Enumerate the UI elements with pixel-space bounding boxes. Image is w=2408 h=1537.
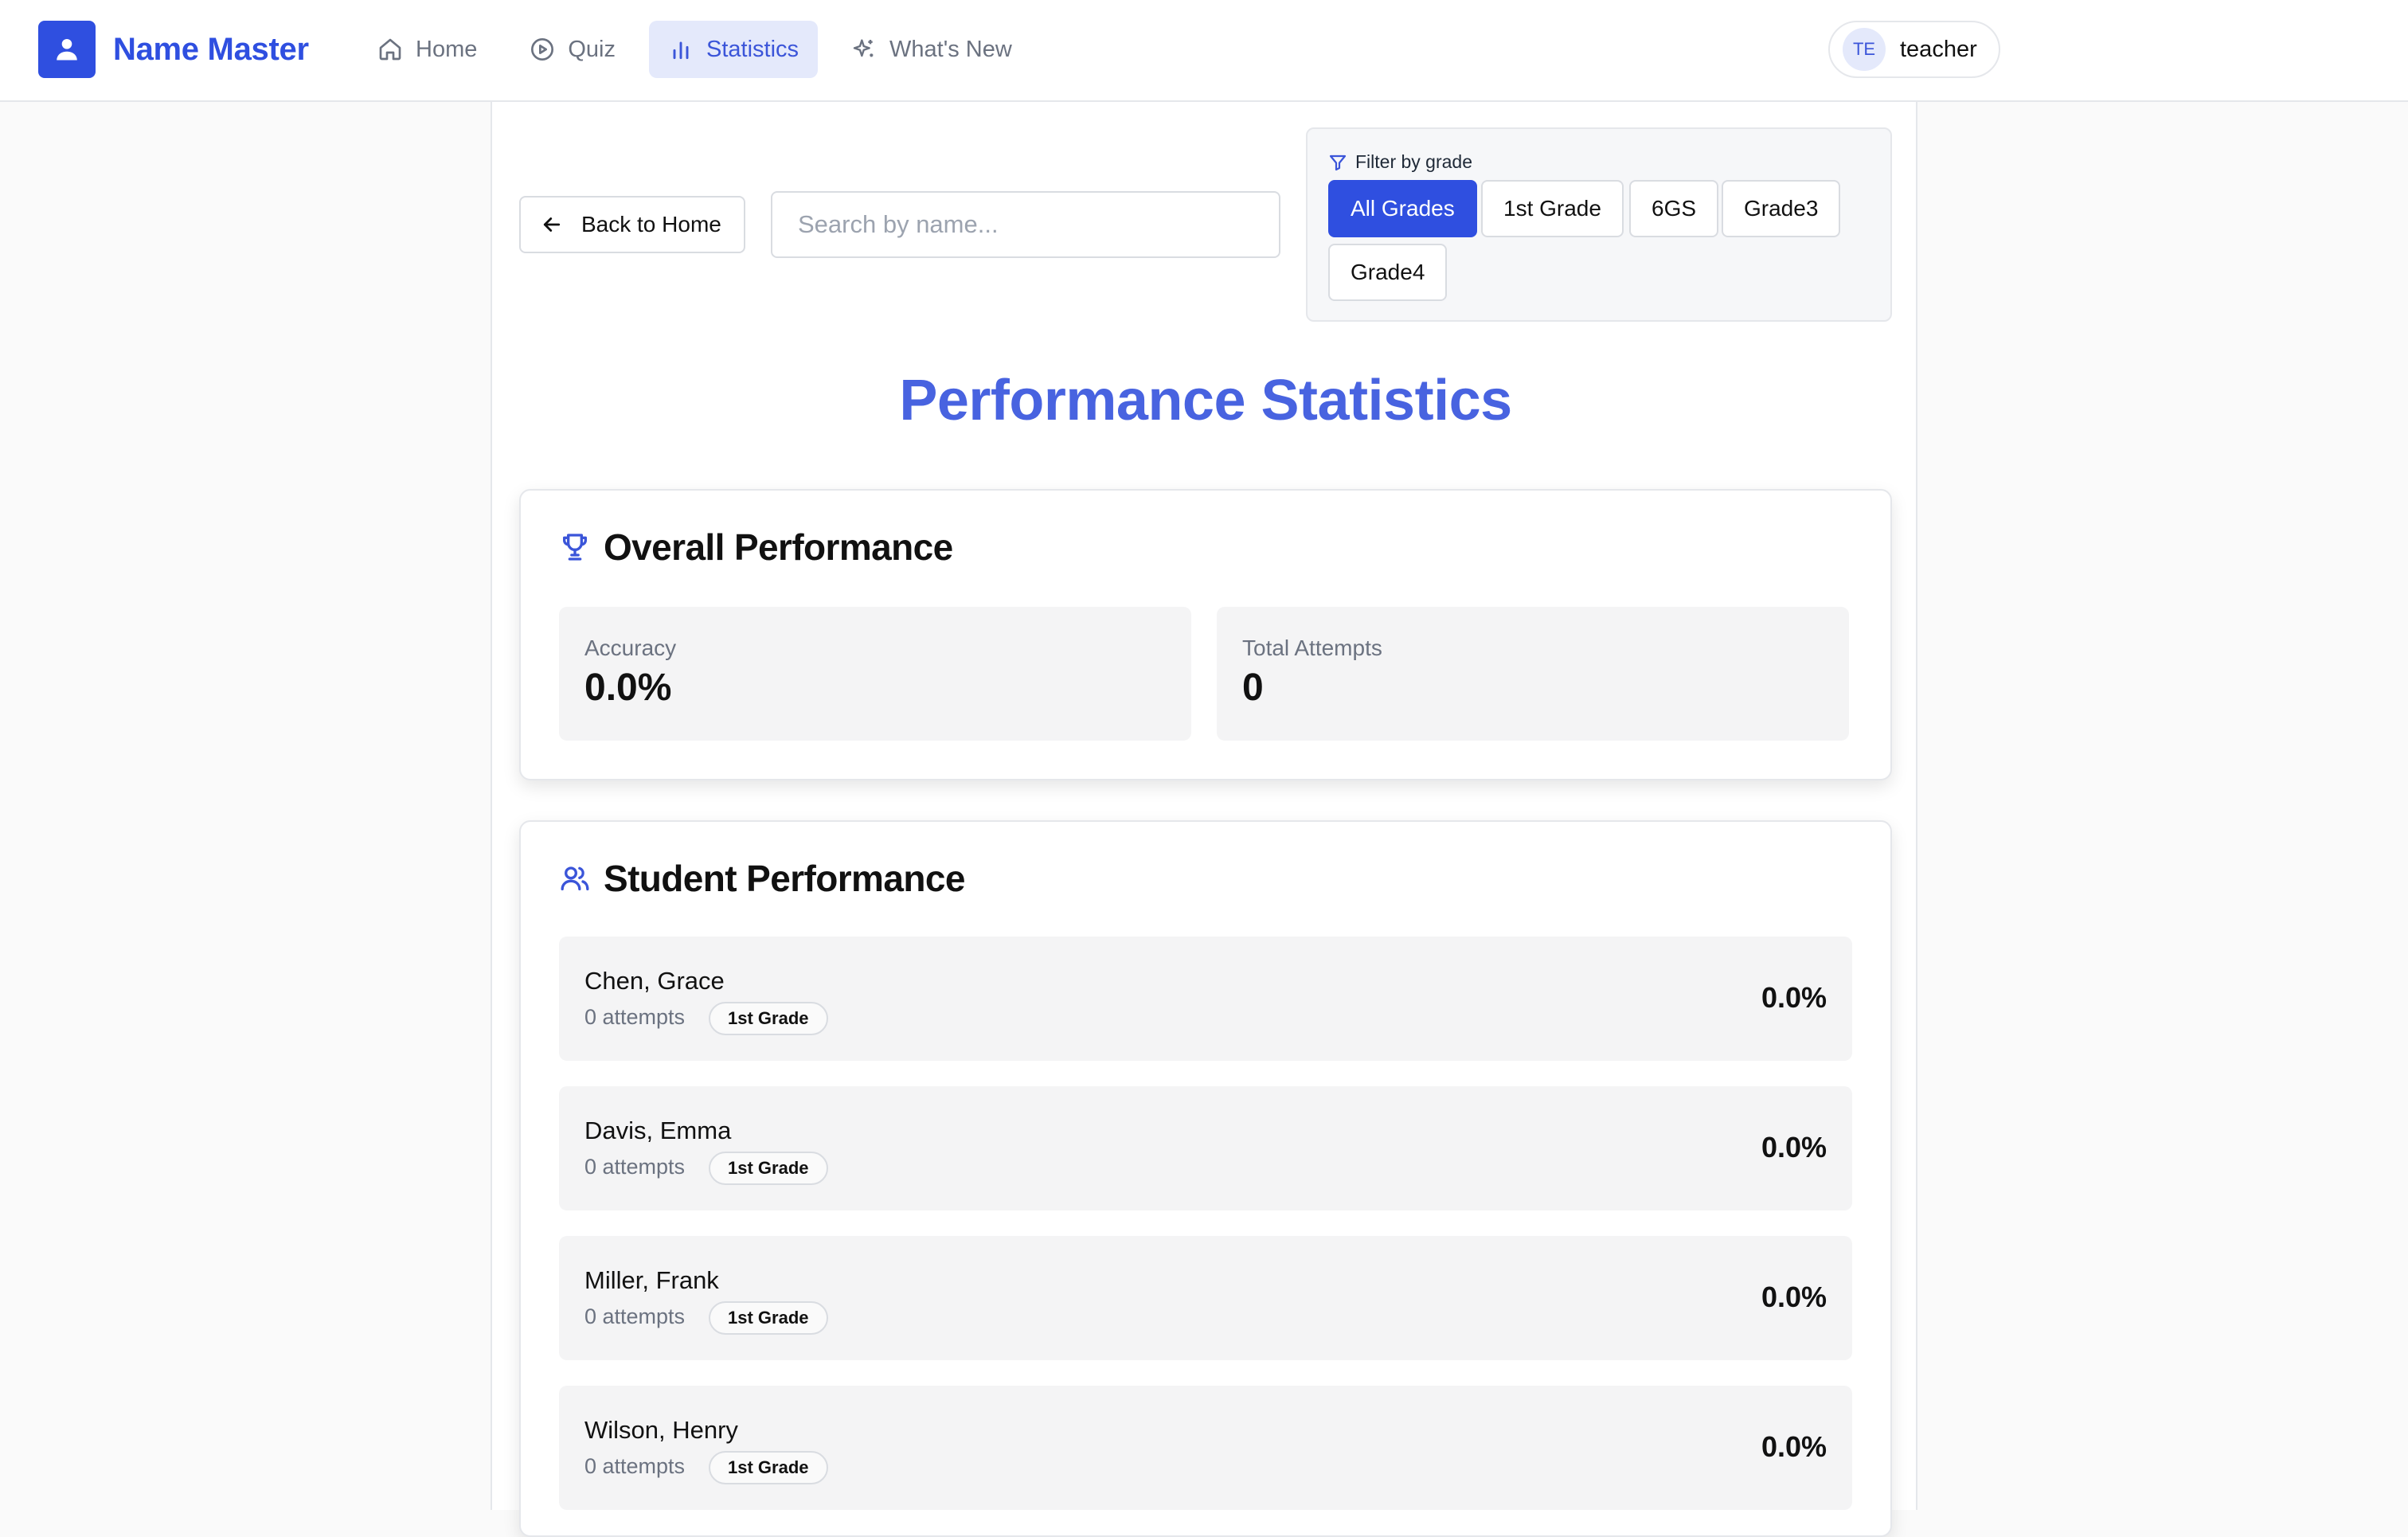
bar-chart-icon bbox=[673, 41, 689, 60]
main-content: Back to Home Filter by grade All Grades … bbox=[491, 102, 1917, 1537]
grade-badge: 1st Grade bbox=[709, 1152, 828, 1185]
filter-label-text: Filter by grade bbox=[1355, 151, 1473, 172]
grade-filter-1st-grade[interactable]: 1st Grade bbox=[1481, 180, 1624, 237]
back-button-label: Back to Home bbox=[581, 212, 721, 237]
total-attempts-label: Total Attempts bbox=[1242, 636, 1382, 660]
nav-item-statistics[interactable]: Statistics bbox=[649, 21, 819, 78]
accuracy-value: 0.0% bbox=[584, 667, 672, 709]
student-name: Wilson, Henry bbox=[584, 1416, 738, 1444]
arrow-left-icon bbox=[543, 217, 561, 232]
nav-item-quiz[interactable]: Quiz bbox=[510, 21, 635, 78]
nav-item-label: What's New bbox=[889, 36, 1012, 62]
user-name: teacher bbox=[1900, 36, 1977, 62]
card-title-text: Overall Performance bbox=[604, 526, 953, 568]
accuracy-label: Accuracy bbox=[584, 636, 677, 660]
student-row[interactable]: Miller, Frank 0 attempts 1st Grade 0.0% bbox=[559, 1236, 1852, 1360]
main-nav: Home Quiz Statistics What's New bbox=[358, 21, 1031, 78]
top-navbar: Name Master Home Quiz Statistics What's … bbox=[0, 0, 2408, 102]
filter-label: Filter by grade bbox=[1328, 151, 1472, 173]
card-title-text: Student Performance bbox=[604, 858, 965, 899]
sparkles-icon bbox=[853, 39, 874, 57]
nav-item-label: Statistics bbox=[706, 36, 799, 62]
student-score: 0.0% bbox=[1761, 981, 1827, 1014]
student-row[interactable]: Wilson, Henry 0 attempts 1st Grade 0.0% bbox=[559, 1386, 1852, 1510]
accuracy-stat: Accuracy 0.0% bbox=[559, 607, 1191, 741]
home-icon bbox=[379, 38, 401, 61]
nav-item-label: Home bbox=[416, 36, 478, 62]
user-logo-icon bbox=[38, 21, 96, 78]
grade-filter-grade3[interactable]: Grade3 bbox=[1722, 180, 1841, 237]
user-menu[interactable]: TE teacher bbox=[1828, 21, 2000, 78]
grade-badge: 1st Grade bbox=[709, 1301, 828, 1335]
nav-item-home[interactable]: Home bbox=[358, 21, 496, 78]
student-attempts: 0 attempts bbox=[584, 1304, 686, 1328]
grade-filter-panel: Filter by grade All Grades 1st Grade 6GS… bbox=[1306, 127, 1892, 322]
student-performance-heading: Student Performance bbox=[559, 857, 965, 900]
trophy-icon bbox=[563, 534, 587, 561]
nav-item-label: Quiz bbox=[568, 36, 616, 62]
back-to-home-button[interactable]: Back to Home bbox=[519, 196, 745, 253]
student-row[interactable]: Davis, Emma 0 attempts 1st Grade 0.0% bbox=[559, 1086, 1852, 1210]
student-name: Davis, Emma bbox=[584, 1117, 732, 1144]
grade-badge: 1st Grade bbox=[709, 1002, 828, 1035]
filter-icon bbox=[1329, 154, 1347, 170]
grade-filter-all-grades[interactable]: All Grades bbox=[1328, 180, 1477, 237]
page-title: Performance Statistics bbox=[899, 369, 1512, 432]
student-score: 0.0% bbox=[1761, 1281, 1827, 1313]
users-icon bbox=[561, 866, 589, 890]
student-attempts: 0 attempts bbox=[584, 1155, 686, 1179]
grade-badge: 1st Grade bbox=[709, 1451, 828, 1484]
total-attempts-stat: Total Attempts 0 bbox=[1217, 607, 1849, 741]
nav-item-whats-new[interactable]: What's New bbox=[832, 21, 1031, 78]
student-name: Chen, Grace bbox=[584, 967, 725, 995]
grade-filter-grade4[interactable]: Grade4 bbox=[1328, 244, 1448, 301]
overall-performance-card: Overall Performance Accuracy 0.0% Total … bbox=[519, 489, 1892, 780]
student-attempts: 0 attempts bbox=[584, 1454, 686, 1478]
student-row[interactable]: Chen, Grace 0 attempts 1st Grade 0.0% bbox=[559, 937, 1852, 1061]
student-attempts: 0 attempts bbox=[584, 1005, 686, 1029]
app-name: Name Master bbox=[113, 31, 309, 67]
total-attempts-value: 0 bbox=[1242, 667, 1264, 709]
student-name: Miller, Frank bbox=[584, 1266, 719, 1294]
student-score: 0.0% bbox=[1761, 1430, 1827, 1463]
brand[interactable]: Name Master bbox=[38, 20, 309, 79]
student-performance-card: Student Performance Chen, Grace 0 attemp… bbox=[519, 820, 1892, 1537]
search-input[interactable] bbox=[771, 191, 1280, 258]
grade-filter-6gs[interactable]: 6GS bbox=[1629, 180, 1719, 237]
student-score: 0.0% bbox=[1761, 1131, 1827, 1164]
avatar: TE bbox=[1843, 28, 1886, 71]
play-circle-icon bbox=[531, 38, 554, 61]
overall-performance-heading: Overall Performance bbox=[559, 526, 953, 569]
